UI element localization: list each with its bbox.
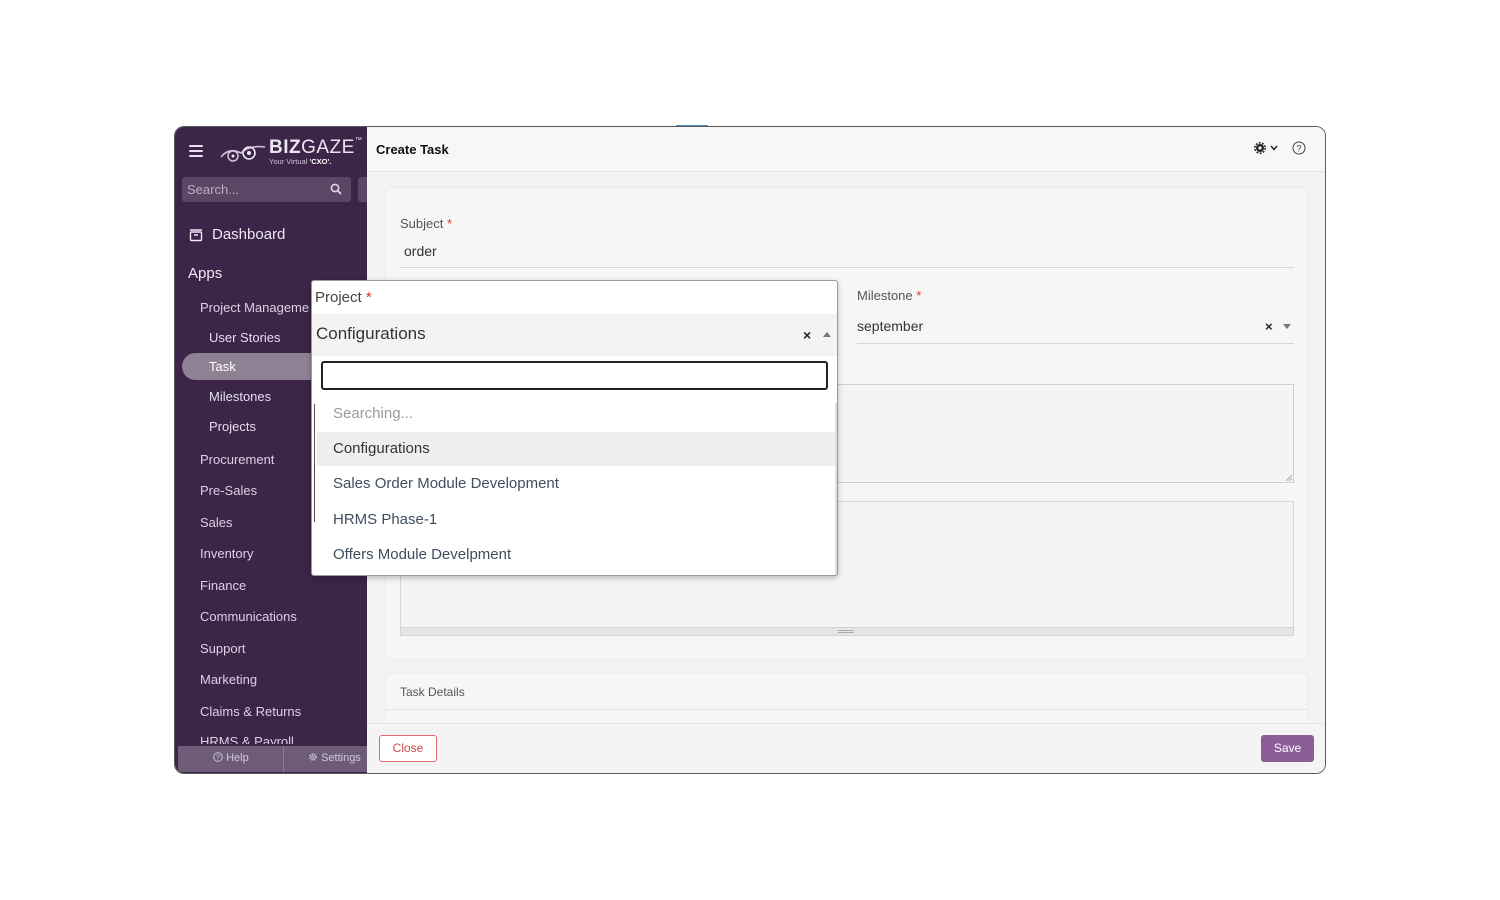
help-label: Help <box>226 752 249 764</box>
logo-wordmark: BIZGAZE™ <box>269 137 363 158</box>
project-dropdown: Project * Configurations × Searching... … <box>311 280 838 576</box>
milestone-underline <box>857 343 1294 344</box>
project-search-input[interactable] <box>321 361 828 390</box>
bizgaze-logo[interactable]: BIZGAZE™ Your Virtual 'CXO'. <box>219 137 363 167</box>
dropdown-option[interactable]: Offers Module Develpment <box>317 538 835 572</box>
resize-grip-icon[interactable] <box>1284 473 1292 481</box>
help-link[interactable]: ? Help <box>213 752 249 764</box>
sidebar-item-support[interactable]: Support <box>200 641 246 656</box>
gear-icon <box>309 753 317 761</box>
owl-logo-icon <box>220 145 266 162</box>
editor-resize-bar[interactable] <box>401 627 1293 635</box>
subject-label: Subject * <box>400 216 453 231</box>
settings-link[interactable]: Settings <box>308 752 361 764</box>
sidebar-item-projects[interactable]: Projects <box>209 419 256 434</box>
sidebar-footer: ? Help Settings <box>178 746 367 772</box>
sidebar-item-sales[interactable]: Sales <box>200 515 233 530</box>
sidebar-item-inventory[interactable]: Inventory <box>200 546 253 561</box>
footer-divider <box>283 746 284 772</box>
sidebar-search-extra <box>358 177 367 202</box>
milestone-clear-icon[interactable]: × <box>1265 319 1273 334</box>
sidebar-header: BIZGAZE™ Your Virtual 'CXO'. <box>175 127 367 175</box>
close-button[interactable]: Close <box>379 735 437 762</box>
project-selected-value: Configurations <box>316 324 426 343</box>
search-placeholder: Search... <box>187 182 240 197</box>
dashboard-icon <box>189 228 203 241</box>
form-footer: Close Save <box>367 723 1325 773</box>
gear-icon[interactable] <box>1254 142 1266 154</box>
sidebar-apps-heading: Apps <box>188 265 223 282</box>
chevron-down-icon[interactable] <box>1270 145 1278 151</box>
search-icon[interactable] <box>330 183 342 195</box>
project-select[interactable]: Configurations × <box>312 314 837 356</box>
svg-text:?: ? <box>216 755 220 762</box>
project-clear-icon[interactable]: × <box>803 327 811 343</box>
dropdown-edge-line <box>314 404 315 522</box>
help-circle-icon: ? <box>213 752 223 762</box>
page-title: Create Task <box>376 142 449 157</box>
task-details-divider <box>386 709 1308 710</box>
project-label: Project * <box>315 289 372 306</box>
sidebar-item-procurement[interactable]: Procurement <box>200 452 274 467</box>
help-icon[interactable]: ? <box>1292 141 1306 155</box>
sidebar-item-communications[interactable]: Communications <box>200 609 297 624</box>
logo-tagline: Your Virtual 'CXO'. <box>269 157 332 166</box>
dropdown-option[interactable]: HRMS Phase-1 <box>317 503 835 537</box>
milestone-select[interactable]: september <box>857 318 923 334</box>
sidebar-item-hrms-payroll[interactable]: HRMS & Payroll <box>200 735 294 744</box>
sidebar-item-label: Dashboard <box>212 226 286 243</box>
milestone-caret-icon[interactable] <box>1283 324 1291 329</box>
sidebar-item-marketing[interactable]: Marketing <box>200 672 257 687</box>
chevron-up-icon[interactable] <box>823 332 831 337</box>
sidebar-item-claims-returns[interactable]: Claims & Returns <box>200 704 301 719</box>
sidebar-item-user-stories[interactable]: User Stories <box>209 330 281 345</box>
dropdown-option[interactable]: Configurations <box>317 432 835 466</box>
dropdown-option[interactable]: Sales Order Module Development <box>317 467 835 501</box>
subject-underline <box>400 267 1294 268</box>
save-button[interactable]: Save <box>1261 735 1314 762</box>
subject-input[interactable]: order <box>404 243 437 259</box>
editor-grip-icon[interactable] <box>838 630 854 633</box>
sidebar-item-task[interactable]: Task <box>209 359 236 374</box>
sidebar-item-pre-sales[interactable]: Pre-Sales <box>200 483 257 498</box>
sidebar-item-label: HRMS & Payroll <box>200 735 294 744</box>
task-details-title[interactable]: Task Details <box>400 685 465 699</box>
svg-text:?: ? <box>1296 144 1301 154</box>
hamburger-menu-icon[interactable] <box>189 145 203 157</box>
sidebar-item-project-management[interactable]: Project Manageme <box>200 300 309 315</box>
sidebar-item-milestones[interactable]: Milestones <box>209 389 271 404</box>
sidebar-item-dashboard[interactable]: Dashboard <box>188 226 285 243</box>
dropdown-scrollbar[interactable] <box>835 403 837 575</box>
sidebar-item-finance[interactable]: Finance <box>200 578 246 593</box>
searching-status: Searching... <box>333 405 414 422</box>
settings-label: Settings <box>321 752 361 764</box>
milestone-label: Milestone * <box>857 288 922 303</box>
main-header: Create Task ? <box>367 127 1325 172</box>
sidebar-search-input[interactable]: Search... <box>182 177 351 202</box>
